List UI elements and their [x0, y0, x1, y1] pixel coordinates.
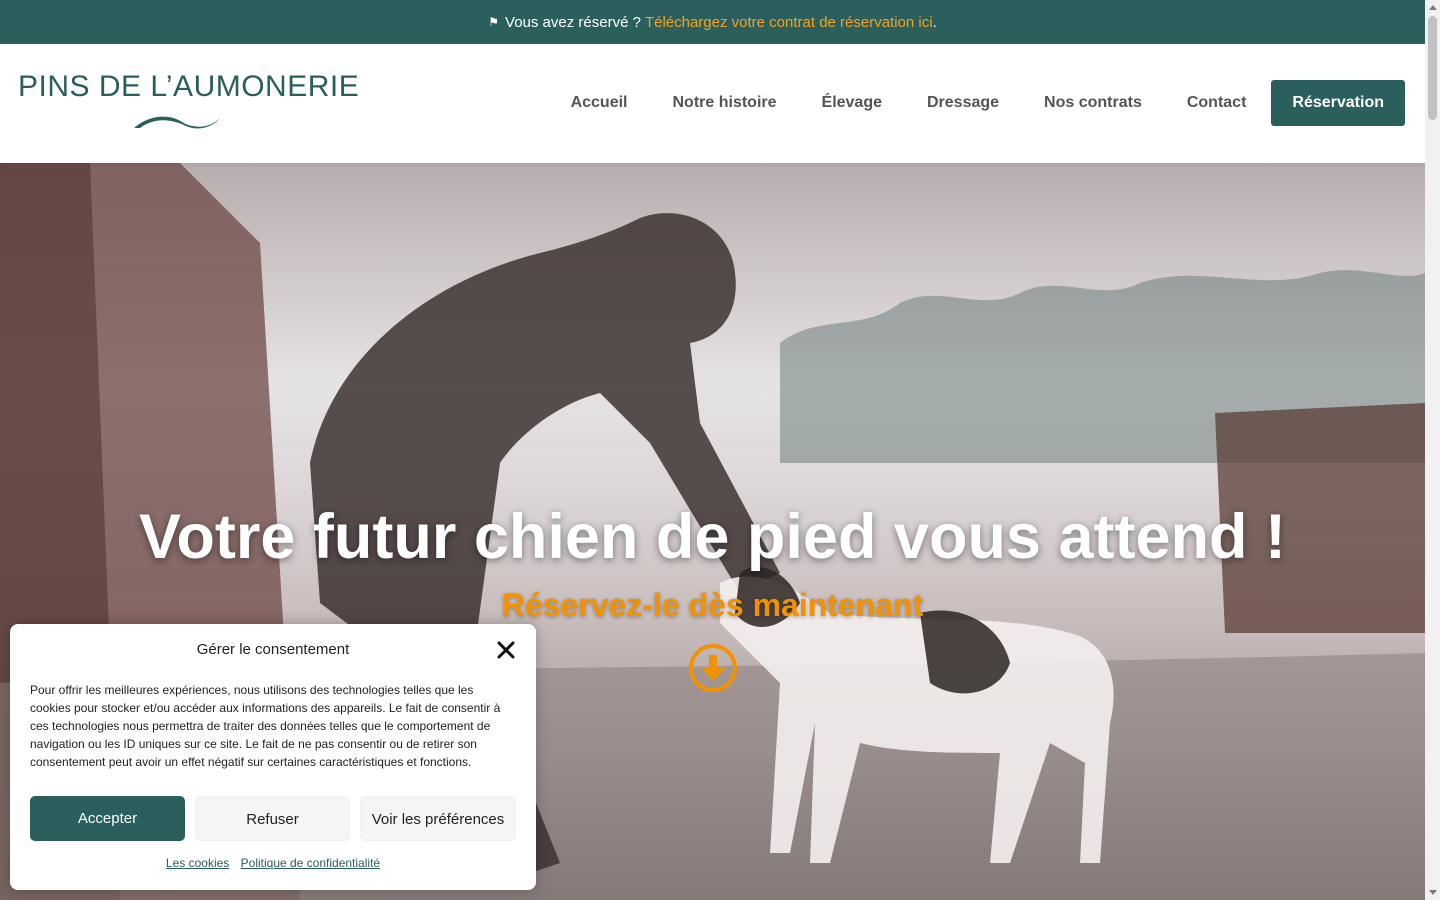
- hero-title: Votre futur chien de pied vous attend !: [139, 502, 1286, 572]
- hero-subtitle: Réservez-le dès maintenant: [501, 587, 924, 623]
- logo[interactable]: PINS DE L’AUMONERIE: [18, 70, 359, 136]
- logo-swirl-icon: [134, 116, 220, 129]
- page: ⚑ Vous avez réservé ? Téléchargez votre …: [0, 0, 1425, 900]
- nav-contact[interactable]: Contact: [1187, 80, 1247, 126]
- consent-title: Gérer le consentement: [196, 641, 350, 658]
- nav-accueil[interactable]: Accueil: [571, 80, 628, 126]
- flag-icon: ⚑: [488, 15, 500, 29]
- nav-elevage[interactable]: Élevage: [822, 80, 882, 126]
- privacy-policy-link[interactable]: Politique de confidentialité: [241, 856, 380, 870]
- cookies-link[interactable]: Les cookies: [166, 856, 229, 870]
- nav-nos-contrats[interactable]: Nos contrats: [1044, 80, 1142, 126]
- logo-text: PINS DE L’AUMONERIE: [18, 70, 360, 103]
- announcement-suffix: .: [932, 13, 937, 31]
- main-nav: Accueil Notre histoire Élevage Dressage …: [571, 80, 1405, 126]
- scroll-down-icon[interactable]: [1429, 890, 1437, 895]
- close-icon[interactable]: [497, 641, 515, 659]
- arrow-down-circle-icon[interactable]: [688, 643, 738, 693]
- scrollbar-thumb[interactable]: [1428, 16, 1437, 120]
- consent-links: Les cookies Politique de confidentialité: [10, 856, 536, 870]
- scroll-up-icon[interactable]: [1429, 5, 1437, 10]
- reservation-button[interactable]: Réservation: [1271, 80, 1405, 126]
- nav-notre-histoire[interactable]: Notre histoire: [673, 80, 777, 126]
- consent-text: Pour offrir les meilleures expériences, …: [30, 683, 501, 769]
- site-header: PINS DE L’AUMONERIE Accueil Notre histoi…: [0, 44, 1425, 163]
- cookie-consent-dialog: Gérer le consentement Pour offrir les me…: [10, 624, 536, 890]
- announcement-bar: ⚑ Vous avez réservé ? Téléchargez votre …: [0, 0, 1425, 44]
- announcement-text: Vous avez réservé ?: [505, 13, 641, 31]
- download-contract-link[interactable]: Téléchargez votre contrat de réservation…: [645, 14, 933, 31]
- preferences-button[interactable]: Voir les préférences: [360, 796, 516, 841]
- nav-dressage[interactable]: Dressage: [927, 80, 999, 126]
- accept-button[interactable]: Accepter: [30, 796, 185, 841]
- refuse-button[interactable]: Refuser: [195, 796, 350, 841]
- scrollbar[interactable]: [1425, 0, 1440, 900]
